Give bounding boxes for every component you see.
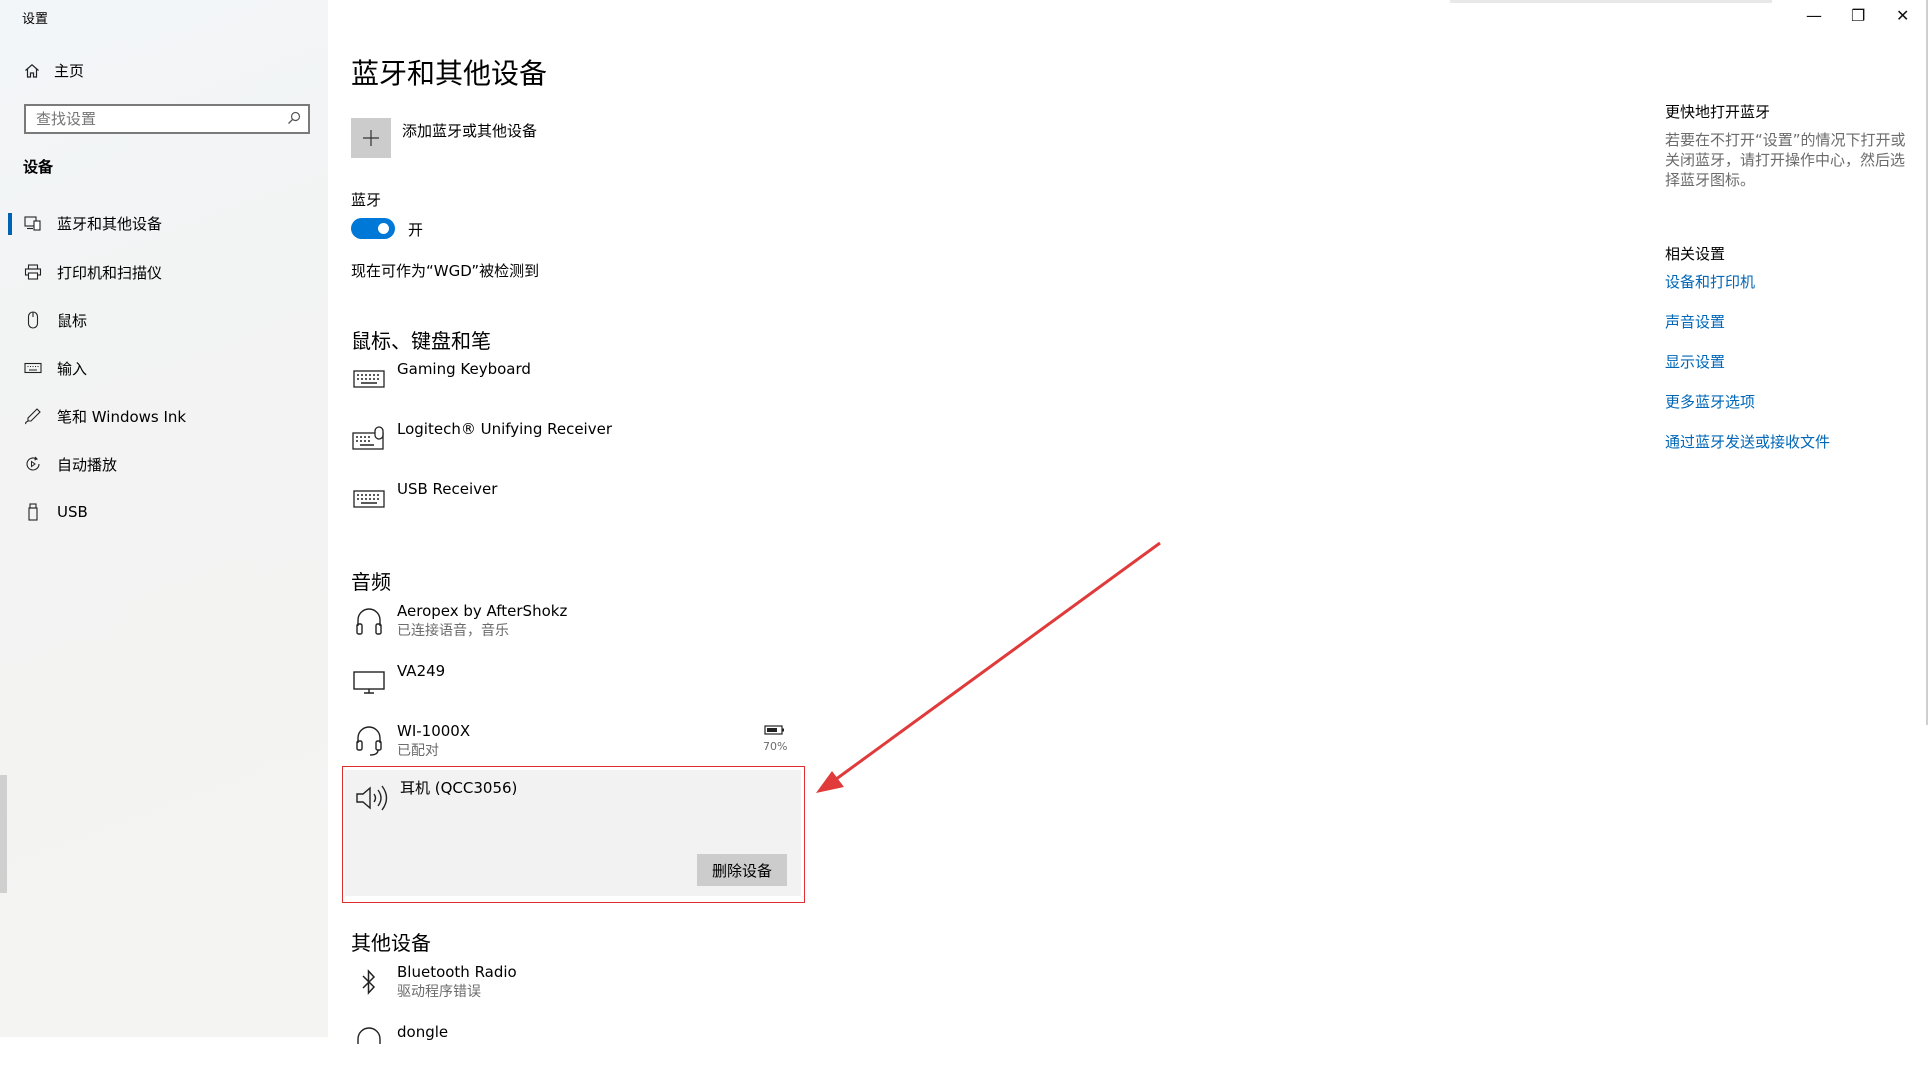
annotation-arrow bbox=[816, 541, 1161, 793]
section-heading-input: 鼠标、键盘和笔 bbox=[351, 329, 491, 353]
sidebar-item-label: 打印机和扫描仪 bbox=[57, 263, 163, 282]
section-heading-other: 其他设备 bbox=[351, 931, 431, 955]
device-item[interactable]: dongle bbox=[351, 1022, 448, 1078]
search-icon[interactable] bbox=[286, 110, 302, 130]
headset-icon bbox=[351, 1024, 387, 1060]
monitor-icon bbox=[351, 663, 387, 699]
section-heading-audio: 音频 bbox=[351, 570, 391, 594]
active-indicator bbox=[8, 213, 12, 235]
speaker-icon bbox=[354, 780, 390, 816]
add-device-button[interactable]: 添加蓝牙或其他设备 bbox=[351, 118, 537, 158]
popup-shadow bbox=[1450, 0, 1772, 3]
bluetooth-label: 蓝牙 bbox=[351, 191, 382, 209]
link-more-bluetooth-options[interactable]: 更多蓝牙选项 bbox=[1665, 391, 1755, 412]
home-icon bbox=[22, 61, 42, 81]
sidebar-item-input[interactable]: 输入 bbox=[0, 348, 328, 388]
sidebar-item-printers[interactable]: 打印机和扫描仪 bbox=[0, 252, 328, 292]
headphones-icon bbox=[351, 603, 387, 639]
sidebar-section-label: 设备 bbox=[23, 158, 54, 176]
sidebar-item-autoplay[interactable]: 自动播放 bbox=[0, 444, 328, 484]
sidebar-item-mouse[interactable]: 鼠标 bbox=[0, 300, 328, 340]
device-status: 已配对 bbox=[397, 743, 439, 759]
autoplay-icon bbox=[22, 453, 44, 475]
restore-button[interactable]: ❐ bbox=[1851, 6, 1865, 25]
headset-icon bbox=[351, 723, 387, 759]
device-name: 耳机 (QCC3056) bbox=[400, 779, 518, 797]
keyboard-icon bbox=[351, 481, 387, 517]
sidebar-item-label: 输入 bbox=[57, 359, 88, 378]
sidebar-item-label: 自动播放 bbox=[57, 455, 118, 474]
device-name: USB Receiver bbox=[397, 480, 498, 498]
related-settings-heading: 相关设置 bbox=[1665, 245, 1726, 263]
battery-percent: 70% bbox=[763, 740, 788, 753]
sidebar-item-label: 蓝牙和其他设备 bbox=[57, 214, 163, 233]
battery-indicator: 70% bbox=[763, 721, 787, 753]
sidebar-item-label: 鼠标 bbox=[57, 311, 88, 330]
device-name: dongle bbox=[397, 1023, 449, 1041]
device-row: 耳机 (QCC3056) bbox=[354, 778, 517, 834]
device-name: Gaming Keyboard bbox=[397, 360, 531, 378]
selected-device-highlight: 耳机 (QCC3056) 删除设备 bbox=[342, 766, 805, 903]
mouse-icon bbox=[22, 309, 44, 331]
sidebar: 设置 主页 设备 蓝牙和其他设备 打印机和扫描仪 鼠标 bbox=[0, 0, 328, 1037]
discoverable-text: 现在可作为“WGD”被检测到 bbox=[351, 262, 540, 280]
window-title: 设置 bbox=[22, 12, 49, 27]
sidebar-scroll-indicator bbox=[0, 775, 7, 893]
pen-icon bbox=[22, 405, 44, 427]
bluetooth-icon bbox=[351, 964, 387, 1000]
page-title: 蓝牙和其他设备 bbox=[351, 57, 548, 90]
toggle-knob bbox=[378, 223, 389, 234]
keyboard-icon bbox=[22, 357, 44, 379]
quick-bluetooth-heading: 更快地打开蓝牙 bbox=[1665, 103, 1771, 121]
home-label: 主页 bbox=[54, 62, 85, 80]
device-status: 驱动程序错误 bbox=[397, 984, 481, 1000]
selected-device-item[interactable]: 耳机 (QCC3056) 删除设备 bbox=[345, 770, 801, 896]
printer-icon bbox=[22, 261, 44, 283]
device-item[interactable]: VA249 bbox=[351, 661, 445, 717]
battery-icon bbox=[763, 721, 787, 740]
device-item[interactable]: Aeropex by AfterShokz 已连接语音，音乐 bbox=[351, 601, 567, 657]
device-name: WI-1000X bbox=[397, 722, 471, 740]
sidebar-item-label: USB bbox=[57, 503, 88, 521]
device-name: VA249 bbox=[397, 662, 446, 680]
device-item[interactable]: Logitech® Unifying Receiver bbox=[351, 419, 612, 475]
minimize-button[interactable]: — bbox=[1806, 6, 1822, 25]
sidebar-item-usb[interactable]: USB bbox=[0, 492, 328, 532]
device-name: Aeropex by AfterShokz bbox=[397, 602, 568, 620]
sidebar-item-label: 笔和 Windows Ink bbox=[57, 407, 187, 426]
device-item[interactable]: Gaming Keyboard bbox=[351, 359, 531, 415]
close-button[interactable]: ✕ bbox=[1896, 6, 1909, 25]
usb-icon bbox=[22, 501, 44, 523]
device-status: 已连接语音，音乐 bbox=[397, 623, 509, 639]
device-item[interactable]: USB Receiver bbox=[351, 479, 497, 535]
sidebar-item-pen[interactable]: 笔和 Windows Ink bbox=[0, 396, 328, 436]
bluetooth-devices-icon bbox=[22, 212, 44, 234]
plus-icon bbox=[351, 118, 391, 158]
keyboard-icon bbox=[351, 361, 387, 397]
sidebar-home[interactable]: 主页 bbox=[22, 60, 84, 81]
add-device-label: 添加蓝牙或其他设备 bbox=[402, 122, 538, 140]
link-bluetooth-file-transfer[interactable]: 通过蓝牙发送或接收文件 bbox=[1665, 431, 1830, 452]
bluetooth-state: 开 bbox=[408, 221, 424, 239]
link-sound-settings[interactable]: 声音设置 bbox=[1665, 311, 1725, 332]
keyboard-mouse-icon bbox=[351, 421, 387, 457]
sidebar-item-bluetooth[interactable]: 蓝牙和其他设备 bbox=[0, 203, 328, 243]
search-input[interactable] bbox=[34, 109, 278, 129]
device-name: Bluetooth Radio bbox=[397, 963, 517, 981]
device-name: Logitech® Unifying Receiver bbox=[397, 420, 612, 438]
remove-device-button[interactable]: 删除设备 bbox=[697, 854, 787, 886]
bluetooth-toggle[interactable] bbox=[351, 218, 395, 239]
device-item[interactable]: Bluetooth Radio 驱动程序错误 bbox=[351, 962, 517, 1018]
search-box[interactable] bbox=[24, 104, 310, 134]
quick-bluetooth-description: 若要在不打开“设置”的情况下打开或关闭蓝牙，请打开操作中心，然后选择蓝牙图标。 bbox=[1665, 131, 1906, 189]
link-devices-printers[interactable]: 设备和打印机 bbox=[1665, 271, 1755, 292]
link-display-settings[interactable]: 显示设置 bbox=[1665, 351, 1725, 372]
